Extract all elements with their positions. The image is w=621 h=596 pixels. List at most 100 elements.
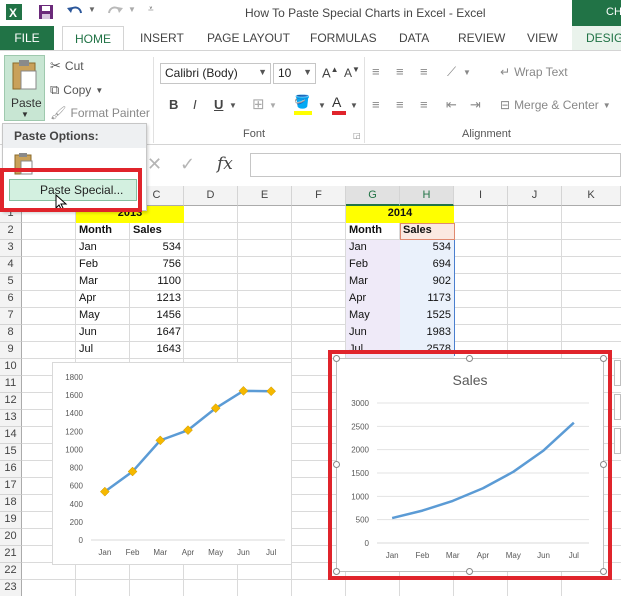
- chart-filters-button[interactable]: [614, 428, 621, 454]
- row-header-23[interactable]: 23: [0, 580, 22, 596]
- font-color-dropdown-icon[interactable]: ▼: [350, 101, 358, 110]
- month-cell[interactable]: Mar: [346, 274, 400, 291]
- chart-styles-button[interactable]: [614, 394, 621, 420]
- month-cell[interactable]: Jul: [76, 342, 130, 359]
- month-cell[interactable]: May: [346, 308, 400, 325]
- row-header-6[interactable]: 6: [0, 291, 22, 308]
- align-bottom-icon[interactable]: ≡: [420, 64, 428, 79]
- sales-cell[interactable]: 1100: [130, 274, 184, 291]
- month-header-2014[interactable]: Month: [346, 223, 400, 240]
- row-header-15[interactable]: 15: [0, 444, 22, 461]
- font-size-dropdown[interactable]: 10 ▼: [273, 63, 316, 84]
- row-header-18[interactable]: 18: [0, 495, 22, 512]
- sales-cell[interactable]: 1643: [130, 342, 184, 359]
- sales-cell[interactable]: 694: [400, 257, 454, 274]
- row-header-19[interactable]: 19: [0, 512, 22, 529]
- row-header-22[interactable]: 22: [0, 563, 22, 580]
- tab-view[interactable]: VIEW: [527, 31, 558, 45]
- sales-cell[interactable]: 756: [130, 257, 184, 274]
- tab-design[interactable]: DESIGN: [572, 26, 621, 50]
- month-cell[interactable]: Mar: [76, 274, 130, 291]
- fill-color-dropdown-icon[interactable]: ▼: [318, 101, 326, 110]
- sales-cell[interactable]: 1173: [400, 291, 454, 308]
- row-header-2[interactable]: 2: [0, 223, 22, 240]
- month-cell[interactable]: Jan: [76, 240, 130, 257]
- cancel-icon[interactable]: ✕: [147, 154, 162, 175]
- row-header-8[interactable]: 8: [0, 325, 22, 342]
- row-header-14[interactable]: 14: [0, 427, 22, 444]
- customize-qat-icon[interactable]: ⩡: [148, 4, 154, 15]
- undo-icon[interactable]: [66, 3, 84, 21]
- month-cell[interactable]: Jan: [346, 240, 400, 257]
- row-header-7[interactable]: 7: [0, 308, 22, 325]
- row-header-9[interactable]: 9: [0, 342, 22, 359]
- align-right-icon[interactable]: ≡: [420, 97, 428, 112]
- align-top-icon[interactable]: ≡: [372, 64, 380, 79]
- series-line[interactable]: [104, 389, 272, 493]
- underline-button[interactable]: U: [214, 97, 223, 112]
- sales-cell[interactable]: 1525: [400, 308, 454, 325]
- orientation-dropdown-icon[interactable]: ▼: [463, 68, 471, 77]
- increase-indent-icon[interactable]: ⇥: [470, 97, 481, 113]
- decrease-font-size-icon[interactable]: A▼: [344, 65, 360, 80]
- save-icon[interactable]: [38, 3, 54, 21]
- row-header-3[interactable]: 3: [0, 240, 22, 257]
- font-color-button[interactable]: A: [332, 94, 348, 116]
- bold-button[interactable]: B: [169, 97, 178, 112]
- column-header-k[interactable]: K: [562, 186, 621, 206]
- month-cell[interactable]: Jun: [76, 325, 130, 342]
- sales-cell[interactable]: 534: [130, 240, 184, 257]
- enter-icon[interactable]: ✓: [180, 154, 195, 175]
- wrap-text-button[interactable]: ↵ Wrap Text: [500, 65, 568, 79]
- font-name-dropdown[interactable]: Calibri (Body) ▼: [160, 63, 271, 84]
- data-point-marker[interactable]: [266, 386, 276, 397]
- column-header-j[interactable]: J: [508, 186, 562, 206]
- row-header-12[interactable]: 12: [0, 393, 22, 410]
- copy-button[interactable]: ⧉ Copy ▼: [50, 82, 103, 98]
- month-cell[interactable]: Feb: [346, 257, 400, 274]
- underline-dropdown-icon[interactable]: ▼: [229, 101, 237, 110]
- fill-color-button[interactable]: 🪣: [294, 94, 320, 116]
- tab-data[interactable]: DATA: [399, 31, 429, 45]
- month-cell[interactable]: Apr: [346, 291, 400, 308]
- month-cell[interactable]: Apr: [76, 291, 130, 308]
- column-header-h[interactable]: H: [400, 186, 454, 206]
- orientation-icon[interactable]: ⟋: [447, 64, 456, 80]
- tab-file[interactable]: FILE: [0, 26, 54, 50]
- borders-icon[interactable]: ⊞: [252, 95, 265, 113]
- chart-elements-button[interactable]: [614, 360, 621, 386]
- row-header-10[interactable]: 10: [0, 359, 22, 376]
- increase-font-size-icon[interactable]: A▲: [322, 65, 339, 80]
- sales-cell[interactable]: 1456: [130, 308, 184, 325]
- row-header-13[interactable]: 13: [0, 410, 22, 427]
- formula-input[interactable]: [250, 153, 621, 177]
- month-cell[interactable]: Feb: [76, 257, 130, 274]
- month-cell[interactable]: Jun: [346, 325, 400, 342]
- borders-dropdown-icon[interactable]: ▼: [269, 101, 277, 110]
- column-header-i[interactable]: I: [454, 186, 508, 206]
- tab-home[interactable]: HOME: [62, 26, 124, 51]
- insert-function-icon[interactable]: fx: [217, 154, 233, 174]
- row-header-21[interactable]: 21: [0, 546, 22, 563]
- align-center-icon[interactable]: ≡: [396, 97, 404, 112]
- align-middle-icon[interactable]: ≡: [396, 64, 404, 79]
- sales-header-2013[interactable]: Sales: [130, 223, 184, 240]
- row-header-5[interactable]: 5: [0, 274, 22, 291]
- cut-button[interactable]: ✂ Cut: [50, 58, 84, 74]
- paste-button[interactable]: Paste ▼: [4, 55, 45, 121]
- year-header-2014[interactable]: 2014: [346, 206, 454, 223]
- row-header-20[interactable]: 20: [0, 529, 22, 546]
- row-header-16[interactable]: 16: [0, 461, 22, 478]
- font-dialog-launcher-icon[interactable]: ◲: [353, 131, 361, 140]
- column-header-f[interactable]: F: [292, 186, 346, 206]
- column-header-g[interactable]: G: [346, 186, 400, 206]
- row-header-11[interactable]: 11: [0, 376, 22, 393]
- month-cell[interactable]: May: [76, 308, 130, 325]
- align-left-icon[interactable]: ≡: [372, 97, 380, 112]
- sales-cell[interactable]: 1647: [130, 325, 184, 342]
- column-header-d[interactable]: D: [184, 186, 238, 206]
- tab-formulas[interactable]: FORMULAS: [310, 31, 377, 45]
- format-painter-button[interactable]: 🖌 Format Painter: [50, 105, 150, 121]
- tab-page-layout[interactable]: PAGE LAYOUT: [207, 31, 290, 45]
- row-header-4[interactable]: 4: [0, 257, 22, 274]
